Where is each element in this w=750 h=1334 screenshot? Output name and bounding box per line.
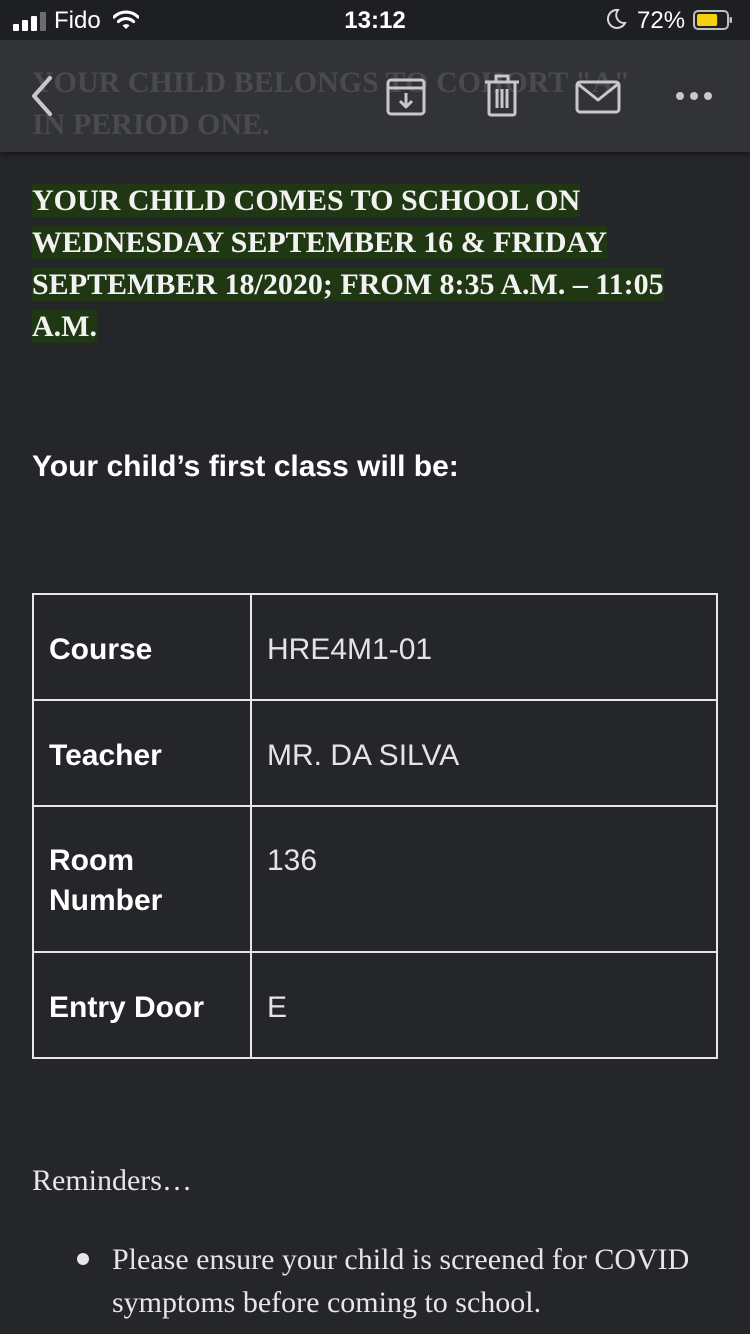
row-value: E: [250, 951, 718, 1059]
bullet-icon: [77, 1253, 89, 1265]
school-schedule-notice: YOUR CHILD COMES TO SCHOOL ON WEDNESDAY …: [32, 180, 722, 348]
reminders-heading: Reminders…: [32, 1164, 192, 1197]
do-not-disturb-moon-icon: [606, 8, 627, 29]
list-item: Please ensure your child is screened for…: [112, 1243, 690, 1319]
row-value: 136: [250, 805, 718, 953]
row-label: Course: [32, 593, 252, 701]
first-class-heading: Your child’s first class will be:: [32, 450, 459, 483]
trash-icon[interactable]: [482, 74, 522, 118]
table-row-room-number: Room Number 136: [32, 805, 718, 953]
row-value: HRE4M1-01: [250, 593, 718, 701]
table-row-course: Course HRE4M1-01: [32, 593, 718, 701]
email-subject-behind-toolbar: YOUR CHILD BELONGS TO COHORT "A" IN PERI…: [32, 66, 631, 141]
row-label: Entry Door: [32, 951, 252, 1059]
battery-icon: [693, 10, 732, 30]
table-row-teacher: Teacher MR. DA SILVA: [32, 699, 718, 807]
mail-icon[interactable]: [574, 78, 622, 116]
more-options-icon[interactable]: [674, 86, 714, 106]
notice-highlighted-text: YOUR CHILD COMES TO SCHOOL ON WEDNESDAY …: [32, 184, 664, 343]
row-label: Room Number: [32, 805, 252, 953]
mail-toolbar: YOUR CHILD BELONGS TO COHORT "A" IN PERI…: [0, 40, 750, 152]
row-label: Teacher: [32, 699, 252, 807]
row-value: MR. DA SILVA: [250, 699, 718, 807]
archive-icon[interactable]: [384, 74, 428, 118]
back-icon[interactable]: [26, 74, 60, 118]
status-bar: Fido 13:12 72%: [0, 0, 750, 40]
email-screen: Fido 13:12 72% YOUR CHILD BELONGS TO COH…: [0, 0, 750, 1334]
battery-percentage: 72%: [637, 7, 686, 34]
table-row-entry-door: Entry Door E: [32, 951, 718, 1059]
class-info-table: Course HRE4M1-01 Teacher MR. DA SILVA Ro…: [32, 593, 718, 1059]
